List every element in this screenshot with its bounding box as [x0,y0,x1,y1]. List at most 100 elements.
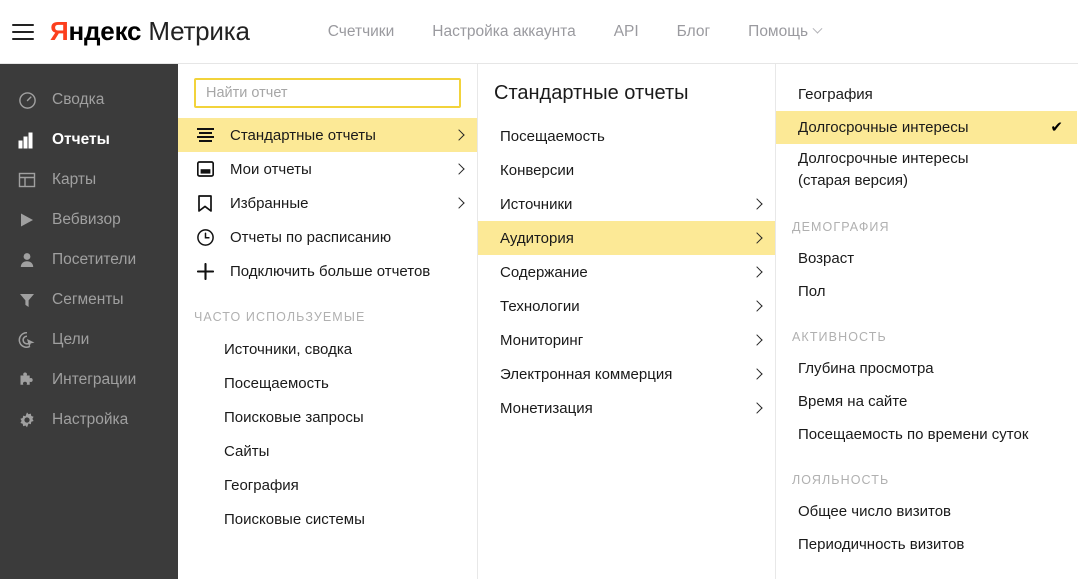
topnav-label: Блог [676,22,711,40]
report-category-label: Монетизация [500,399,593,417]
audience-report-long-term-interests[interactable]: Долгосрочные интересы ✔ [776,111,1077,144]
speedometer-icon [16,89,38,111]
chevron-right-icon [751,402,763,414]
search-field-wrap [178,64,477,118]
frequent-item-label: Источники, сводка [224,340,353,358]
sidebar-item-label: Карты [52,171,97,188]
audience-report-long-term-interests-legacy[interactable]: Долгосрочные интересы (старая версия) [776,144,1077,198]
report-category-conversions[interactable]: Конверсии [478,153,775,187]
brand-yandex-initial: Я [50,16,69,46]
topnav-item-counters[interactable]: Счетчики [328,23,394,41]
sidebar-item-label: Отчеты [52,131,110,148]
audience-report-geography[interactable]: География [776,78,1077,111]
chevron-right-icon [751,198,763,210]
report-category-monitoring[interactable]: Мониторинг [478,323,775,357]
layout-map-icon [16,169,38,191]
report-category-ecommerce[interactable]: Электронная коммерция [478,357,775,391]
check-icon: ✔ [1050,119,1063,136]
audience-reports-list: География Долгосрочные интересы ✔ Долгос… [776,64,1077,561]
search-input[interactable] [194,78,461,108]
menu-item-connect-more-reports[interactable]: Подключить больше отчетов [178,254,477,288]
frequent-item-search-engines[interactable]: Поисковые системы [178,502,477,536]
audience-report-label: Периодичность визитов [798,535,965,553]
topnav-item-help[interactable]: Помощь [748,23,823,41]
top-header: Яндекс Метрика Счетчики Настройка аккаун… [0,0,1078,64]
menu-item-standard-reports[interactable]: Стандартные отчеты [178,118,477,152]
sidebar-item-goals[interactable]: Цели [0,320,178,360]
report-category-attendance[interactable]: Посещаемость [478,119,775,153]
menu-item-label: Мои отчеты [230,160,312,178]
sidebar-item-segments[interactable]: Сегменты [0,280,178,320]
audience-report-attendance-by-time-of-day[interactable]: Посещаемость по времени суток [776,418,1077,451]
sidebar-item-label: Сегменты [52,291,124,308]
report-category-label: Источники [500,195,573,213]
frequent-item-label: Посещаемость [224,374,329,392]
topnav-item-api[interactable]: API [614,23,639,41]
report-category-label: Аудитория [500,229,574,247]
audience-report-page-depth[interactable]: Глубина просмотра [776,352,1077,385]
audience-report-total-visits[interactable]: Общее число визитов [776,495,1077,528]
sidebar-item-visitors[interactable]: Посетители [0,240,178,280]
audience-report-label: География [798,86,873,103]
frequent-item-geography[interactable]: География [178,468,477,502]
topnav-item-account-settings[interactable]: Настройка аккаунта [432,23,575,41]
topnav-item-blog[interactable]: Блог [677,23,711,41]
frequent-item-search-queries[interactable]: Поисковые запросы [178,400,477,434]
chevron-down-icon [812,23,823,34]
audience-group-demography: ДЕМОГРАФИЯ [792,219,890,234]
report-category-audience[interactable]: Аудитория [478,221,775,255]
sidebar-item-webvisor[interactable]: Вебвизор [0,200,178,240]
audience-report-label: Возраст [798,249,855,267]
report-category-label: Технологии [500,297,580,315]
audience-report-visit-frequency[interactable]: Периодичность визитов [776,528,1077,561]
report-category-monetization[interactable]: Монетизация [478,391,775,425]
menu-item-my-reports[interactable]: Мои отчеты [178,152,477,186]
sidebar-item-maps[interactable]: Карты [0,160,178,200]
audience-report-label: Общее число визитов [798,502,952,520]
hamburger-icon[interactable] [12,23,34,40]
top-navigation: Счетчики Настройка аккаунта API Блог Пом… [328,23,823,41]
frequent-item-sources-summary[interactable]: Источники, сводка [178,332,477,366]
chevron-right-icon [453,197,465,209]
menu-item-label: Отчеты по расписанию [230,228,392,246]
audience-report-time-on-site[interactable]: Время на сайте [776,385,1077,418]
report-category-sources[interactable]: Источники [478,187,775,221]
report-category-technologies[interactable]: Технологии [478,289,775,323]
audience-report-label: Посещаемость по времени суток [798,425,1029,443]
brand-yandex: Яндекс [50,16,142,47]
frequent-item-label: Поисковые системы [224,510,365,528]
sidebar-item-integrations[interactable]: Интеграции [0,360,178,400]
list-lines-icon [194,127,216,143]
plus-icon [194,262,216,280]
chevron-right-icon [751,300,763,312]
reports-menu-column-2: Стандартные отчеты Посещаемость Конверси… [478,64,776,579]
sidebar-item-summary[interactable]: Сводка [0,80,178,120]
sidebar-item-settings[interactable]: Настройка [0,400,178,440]
brand-logo[interactable]: Яндекс Метрика [50,16,250,47]
chevron-right-icon [751,368,763,380]
menu-item-scheduled-reports[interactable]: Отчеты по расписанию [178,220,477,254]
chevron-right-icon [751,266,763,278]
brand-metrika: Метрика [148,16,250,46]
report-category-label: Электронная коммерция [500,365,673,383]
topnav-label: Настройка аккаунта [432,22,576,40]
funnel-icon [16,289,38,311]
play-icon [16,209,38,231]
yandex-metrica-app: Яндекс Метрика Счетчики Настройка аккаун… [0,0,1078,579]
sidebar-item-label: Настройка [52,411,129,428]
sidebar-item-label: Цели [52,331,90,348]
frequent-item-sites[interactable]: Сайты [178,434,477,468]
report-category-content[interactable]: Содержание [478,255,775,289]
reports-flyout-menu: Стандартные отчеты Мои отчеты Избранные [178,64,1078,579]
gear-icon [16,409,38,431]
audience-report-age[interactable]: Возраст [776,242,1077,275]
report-category-label: Посещаемость [500,127,605,145]
audience-report-gender[interactable]: Пол [776,275,1077,308]
sidebar-item-label: Посетители [52,251,137,268]
menu-item-favorites[interactable]: Избранные [178,186,477,220]
frequent-item-attendance[interactable]: Посещаемость [178,366,477,400]
frequently-used-title: ЧАСТО ИСПОЛЬЗУЕМЫЕ [194,310,366,324]
report-category-label: Мониторинг [500,331,584,349]
sidebar-item-reports[interactable]: Отчеты [0,120,178,160]
person-icon [16,249,38,271]
